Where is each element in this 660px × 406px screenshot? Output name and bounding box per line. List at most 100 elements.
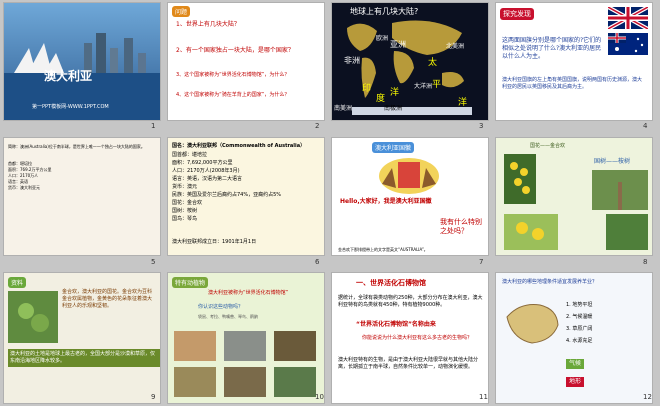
platypus-photo [274,331,316,361]
national-tree-label: 国树——桉树 [594,158,631,165]
flag-question: 这两面国旗分别是哪个国家的?它们的相似之处说明了什么?澳大利亚的居民以什么人为主… [502,37,602,60]
australia-flag [608,33,648,55]
slide-thumbnail-3[interactable]: 地球上有几块大陆? 北美洲 南美洲 亚洲 欧洲 非洲 大洋洲 南极洲 太 平 洋… [332,3,488,120]
living-fossil-subtitle: 澳大利亚被称为“世界活化石博物馆” [208,290,289,296]
info-line-10: 国鸟：琴鸟 [172,216,198,222]
condition-3: 3. 草原广阔 [566,326,593,332]
kangaroo-photo [174,331,216,361]
slide1-subtitle: 第一PPT模板网-WWW.1PPT.COM [32,104,109,110]
why-question: 你能说说为什么澳大利亚有这么多古老的生物吗？ [362,335,473,341]
living-fossil-heading: 一、世界活化石博物馆 [356,279,426,287]
slide1-title: 澳大利亚 [44,69,93,83]
slide-thumbnail-8[interactable]: 国花——金合欢 国树——桉树 [496,138,652,255]
wombat-photo [274,367,316,397]
info-line-8: 国花：金合欢 [172,200,203,206]
eucalyptus-photo [592,170,648,210]
label-ping: 平 [432,80,442,90]
label-oceania: 大洋洲 [414,83,433,90]
slide-thumbnail-7[interactable]: 澳大利亚国徽 Hello,大家好，我是澳大利亚国徽 我有什么特别之处吗？ 金合欢… [332,138,488,255]
info-badge: 资料 [8,277,27,288]
slide-number-11: 11 [479,393,488,401]
slide-thumbnail-12[interactable]: 澳大利亚的哪些地理条件适宜发展养羊业？ 1. 地势平坦 2. 气候温暖 3. 草… [496,273,652,403]
slide-thumbnail-9[interactable]: 资料 金合欢，澳大利亚的国花。金合欢为豆科金合欢属植物，金黄色的花朵象征着澳大利… [4,273,160,403]
unique-species-badge: 特有动植物 [172,277,209,288]
slide-thumbnail-5[interactable]: 简称：澳洲(Australia)位于南半球，是世界上唯一一个独占一块大陆的国家。… [4,138,160,255]
label-tai: 太 [428,58,438,68]
wattle-flower-photo [504,154,536,204]
label-south-america: 南美洲 [334,105,353,112]
label-antarctica: 南极洲 [384,105,403,112]
condition-4: 4. 水源充足 [566,338,593,344]
info-line-6: 货币：澳元 [172,184,198,190]
forest-photo [606,214,648,250]
australia-map [506,304,559,344]
label-africa: 非洲 [344,56,360,65]
origin-explanation: 澳大利亚特有的生物，是由于澳大利亚大陆很早就与其他大陆分离，长期孤立于南半球，自… [338,357,479,370]
condition-2: 2. 气候温暖 [566,314,593,320]
name-origin-title: “世界活化石博物馆”名称由来 [356,321,436,328]
slide-number-12: 12 [643,393,652,401]
explore-badge: 探究发现 [500,8,534,20]
caption-text: 金合欢下那排绶带上的文字是英文“AUSTRALIA”。 [338,247,428,252]
slide-thumbnail-10[interactable]: 特有动植物 澳大利亚被称为“世界活化石博物馆” 你认识这些动物吗？ 袋鼠、考拉、… [168,273,324,403]
slide-number-7: 7 [479,258,484,266]
emu-photo [224,367,266,397]
slide-thumbnail-4[interactable]: 探究发现 这两面国旗分别是哪个国家的?它们的相似之处说明了什么?澳大利亚的居民以… [496,3,652,120]
slide-thumbnail-1[interactable]: 澳大利亚 第一PPT模板网-WWW.1PPT.COM [4,3,160,120]
climate-tag: 气候 [566,359,585,369]
coat-of-arms-image [379,158,439,194]
slide-number-5: 5 [151,258,156,266]
slide-number-1: 1 [151,122,156,130]
slide-number-10: 10 [315,393,324,401]
bush-photo [8,291,58,343]
slide-thumbnail-6[interactable]: 国名：澳大利亚联邦（Commonwealth of Australia） 国首都… [168,138,324,255]
terrain-tag: 地形 [566,377,585,387]
slide-number-9: 9 [151,393,156,401]
animals-question: 你认识这些动物吗？ [198,304,244,310]
info-line-5: 语言：英语，汉语为第二大语言 [172,176,243,182]
question-2: 2、有一个国家独占一块大陆，是哪个国家？ [176,47,294,54]
land-info-text: 澳大利亚的土地是地球上最古老的，全国大部分是沙漠和草原，仅东南沿海地区降水较多。 [8,349,160,367]
slide-number-6: 6 [315,258,320,266]
question-badge: 问题 [172,6,191,17]
koala-photo [224,331,266,361]
label-europe: 欧洲 [376,35,389,42]
animals-note: 袋鼠、考拉、鸭嘴兽、琴鸟、鸸鹋 [198,314,258,319]
lyrebird-photo [174,367,216,397]
info-line-4: 人口：2170万人(2008年3月) [172,168,240,174]
condition-1: 1. 地势平坦 [566,302,593,308]
label-yang-indian: 洋 [390,88,400,98]
question-4: 4、这个国家被称为“骑在羊背上的国家”，为什么？ [176,92,290,98]
coat-of-arms-badge: 澳大利亚国徽 [372,142,415,153]
uk-flag [608,7,648,29]
slide-number-8: 8 [643,258,648,266]
label-asia: 亚洲 [390,40,406,49]
slide-number-2: 2 [315,122,320,130]
hello-text: Hello,大家好，我是澳大利亚国徽 [340,198,432,205]
question-1: 1、世界上有几块大陆？ [176,21,240,28]
info-line-2: 国首都：堪培拉 [172,152,208,158]
species-statistics: 据统计，全球有袋类动物约250种，大部分分布在澳大利亚，澳大利亚特有的鸟类就有4… [338,295,483,308]
slide-thumbnail-2[interactable]: 问题 1、世界上有几块大陆？ 2、有一个国家独占一块大陆，是哪个国家？ 3、这个… [168,3,324,120]
wattle-tree-photo [504,214,558,250]
wattle-info-text: 金合欢，澳大利亚的国花。金合欢为豆科金合欢属植物，金黄色的花朵象征着澳大利亚人的… [62,289,153,309]
overview-text-1: 简称：澳洲(Australia)位于南半球，是世界上唯一一个独占一块大陆的国家。 [8,144,145,149]
sheep-question: 澳大利亚的哪些地理条件适宜发展养羊业？ [502,279,598,285]
slide-number-4: 4 [643,122,648,130]
info-line-9: 国树：桉树 [172,208,198,214]
slide-thumbnail-11[interactable]: 一、世界活化石博物馆 据统计，全球有袋类动物约250种，大部分分布在澳大利亚，澳… [332,273,488,403]
special-question: 我有什么特别之处吗？ [440,218,482,235]
overview-text-6: 货币：澳大利亚元 [8,185,40,190]
slide3-title: 地球上有几块大陆? [350,7,419,16]
label-du: 度 [376,94,386,104]
info-line-11: 澳大利亚联邦成立日：1901年1月1日 [172,239,257,245]
info-line-3: 面积：7,692,000平方公里 [172,160,233,166]
label-north-america: 北美洲 [446,43,465,50]
flag-answer: 澳大利亚国旗的左上角有英国国旗，说明两国有历史渊源，澳大利亚的居民以英国移民及其… [502,77,643,90]
label-yin: 印 [362,84,372,94]
slide-sorter-grid: 澳大利亚 第一PPT模板网-WWW.1PPT.COM 1 问题 1、世界上有几块… [0,0,660,406]
question-3: 3、这个国家被称为“世界活化石博物馆”，为什么？ [176,72,290,78]
info-line-1: 国名：澳大利亚联邦（Commonwealth of Australia） [172,143,306,149]
info-line-7: 民族：英国及爱尔兰后裔约占74%，亚裔约占5% [172,192,282,198]
label-yang-pacific: 洋 [458,98,468,108]
